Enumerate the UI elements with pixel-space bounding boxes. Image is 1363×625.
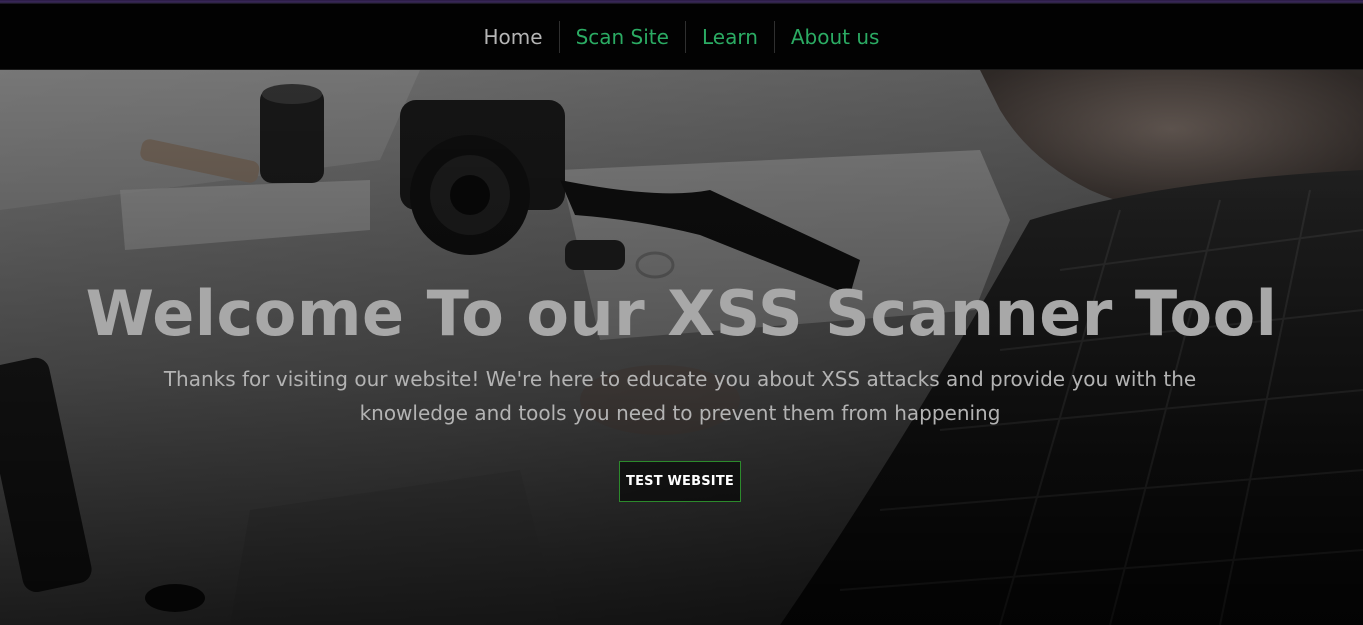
- nav-menu: Home Scan Site Learn About us: [468, 20, 896, 53]
- hero-content: Welcome To our XSS Scanner Tool Thanks f…: [0, 70, 1363, 625]
- nav-scan-site-link[interactable]: Scan Site: [558, 20, 685, 53]
- hero-section: Welcome To our XSS Scanner Tool Thanks f…: [0, 70, 1363, 625]
- hero-title: Welcome To our XSS Scanner Tool: [85, 277, 1278, 350]
- test-website-button[interactable]: TEST WEBSITE: [619, 461, 741, 502]
- nav-learn-link[interactable]: Learn: [684, 20, 774, 53]
- navbar: Home Scan Site Learn About us: [0, 4, 1363, 70]
- nav-about-us-link[interactable]: About us: [773, 20, 896, 53]
- hero-description: Thanks for visiting our website! We're h…: [163, 367, 1197, 425]
- nav-home-link[interactable]: Home: [468, 21, 559, 53]
